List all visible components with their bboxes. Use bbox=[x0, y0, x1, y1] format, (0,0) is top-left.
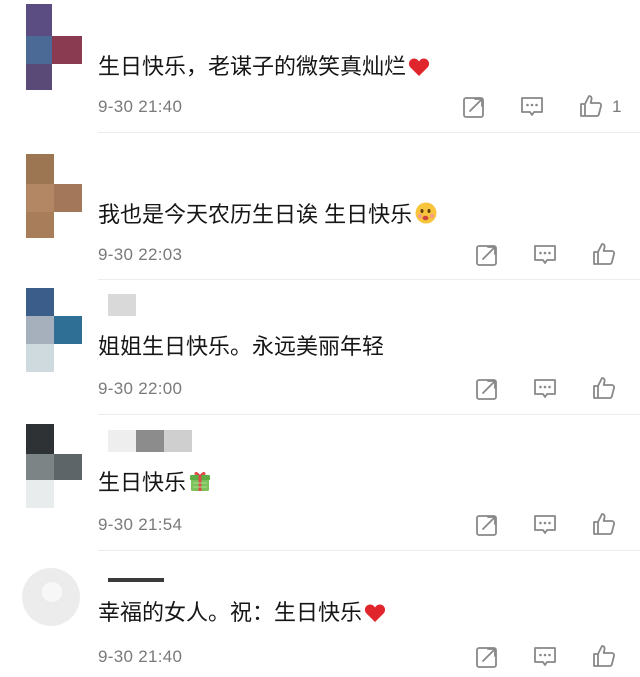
comment-item: 姐姐生日快乐。永远美丽年轻 9-30 22:00 bbox=[0, 286, 640, 416]
comment-item: 生日快乐 9-30 21:54 bbox=[0, 422, 640, 552]
face-emoji bbox=[414, 201, 438, 233]
reply-button[interactable] bbox=[532, 242, 558, 268]
comment-text: 幸福的女人。祝：生日快乐 bbox=[98, 600, 363, 625]
share-button[interactable] bbox=[474, 376, 500, 402]
gift-emoji bbox=[188, 469, 212, 501]
like-button[interactable] bbox=[591, 241, 617, 267]
comment-item: 生日快乐，老谋子的微笑真灿烂 9-30 21:40 1 bbox=[0, 0, 640, 134]
thumbs-up-icon bbox=[580, 95, 603, 117]
comment-icon bbox=[534, 515, 556, 534]
comment-timestamp: 9-30 21:40 bbox=[98, 97, 183, 116]
heart-emoji bbox=[408, 55, 430, 85]
comment-item: 幸福的女人。祝：生日快乐 9-30 21:40 bbox=[0, 558, 640, 677]
divider bbox=[98, 132, 640, 133]
avatar[interactable] bbox=[22, 154, 84, 242]
share-button[interactable] bbox=[461, 94, 487, 120]
divider bbox=[98, 550, 640, 551]
comment-timestamp: 9-30 22:03 bbox=[98, 245, 183, 264]
share-button[interactable] bbox=[474, 242, 500, 268]
divider bbox=[98, 414, 640, 415]
comment-item: 我也是今天农历生日诶 生日快乐 9-30 22:03 bbox=[0, 150, 640, 280]
avatar[interactable] bbox=[22, 4, 84, 92]
comment-icon bbox=[534, 647, 556, 666]
heart-emoji bbox=[364, 601, 386, 631]
share-icon bbox=[476, 245, 497, 266]
share-icon bbox=[463, 97, 484, 118]
comment-icon bbox=[534, 245, 556, 264]
comment-timestamp: 9-30 21:40 bbox=[98, 647, 183, 666]
share-button[interactable] bbox=[474, 644, 500, 670]
avatar[interactable] bbox=[22, 424, 84, 512]
share-icon bbox=[476, 379, 497, 400]
comment-text: 生日快乐 bbox=[98, 470, 187, 495]
thumbs-up-icon bbox=[593, 243, 616, 265]
like-button[interactable] bbox=[591, 643, 617, 669]
reply-button[interactable] bbox=[532, 644, 558, 670]
comment-icon bbox=[521, 97, 543, 116]
comment-text: 生日快乐，老谋子的微笑真灿烂 bbox=[98, 54, 407, 79]
comment-text: 我也是今天农历生日诶 生日快乐 bbox=[98, 202, 413, 227]
thumbs-up-icon bbox=[593, 513, 616, 535]
share-button[interactable] bbox=[474, 512, 500, 538]
like-button[interactable] bbox=[591, 375, 617, 401]
avatar[interactable] bbox=[22, 288, 84, 376]
divider bbox=[98, 279, 640, 280]
comment-text: 姐姐生日快乐。永远美丽年轻 bbox=[98, 334, 385, 359]
share-icon bbox=[476, 647, 497, 668]
comment-timestamp: 9-30 22:00 bbox=[98, 379, 183, 398]
like-count: 1 bbox=[612, 97, 622, 116]
avatar[interactable] bbox=[22, 560, 84, 648]
like-button[interactable] bbox=[578, 93, 604, 119]
reply-button[interactable] bbox=[519, 94, 545, 120]
reply-button[interactable] bbox=[532, 376, 558, 402]
comment-icon bbox=[534, 379, 556, 398]
comment-timestamp: 9-30 21:54 bbox=[98, 515, 183, 534]
like-button[interactable] bbox=[591, 511, 617, 537]
thumbs-up-icon bbox=[593, 645, 616, 667]
share-icon bbox=[476, 515, 497, 536]
thumbs-up-icon bbox=[593, 377, 616, 399]
reply-button[interactable] bbox=[532, 512, 558, 538]
